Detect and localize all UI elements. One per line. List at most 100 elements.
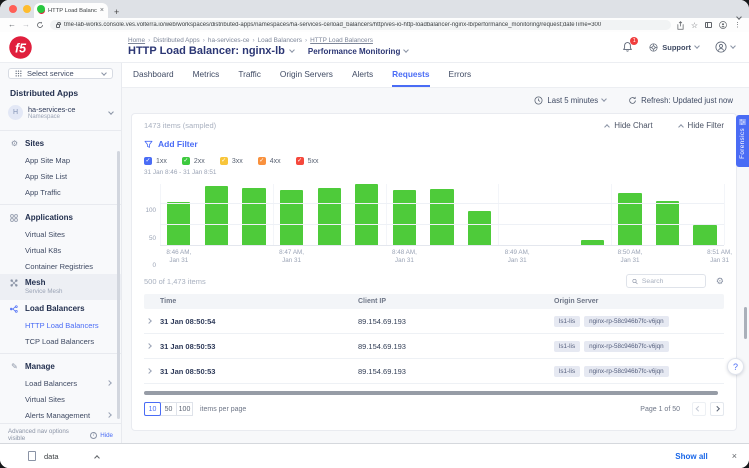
filter-chip-1xx[interactable]: ✓1xx [144, 157, 167, 165]
chart-bar[interactable] [618, 193, 641, 245]
breadcrumb-namespace[interactable]: ha-services-ce [208, 37, 250, 44]
tab-metrics[interactable]: Metrics [193, 63, 220, 87]
forensics-tab[interactable]: Forensics [736, 115, 749, 167]
filter-chip-4xx[interactable]: ✓4xx [258, 157, 281, 165]
sidebar-section-manage[interactable]: ✎ Manage [0, 358, 121, 375]
tab-traffic[interactable]: Traffic [238, 63, 261, 87]
chart-bar[interactable] [318, 188, 341, 245]
column-time[interactable]: Time [160, 298, 358, 305]
checkbox-3xx[interactable]: ✓ [220, 157, 228, 165]
chart-bar[interactable] [693, 225, 716, 245]
checkbox-4xx[interactable]: ✓ [258, 157, 266, 165]
tab-origin-servers[interactable]: Origin Servers [280, 63, 333, 87]
share-icon[interactable] [677, 21, 684, 30]
column-client-ip[interactable]: Client IP [358, 298, 554, 305]
account-menu[interactable] [715, 41, 735, 53]
sidebar-section-sites[interactable]: ⚙ Sites [0, 135, 121, 152]
add-filter-button[interactable]: Add Filter [144, 139, 724, 149]
downloaded-file-name[interactable]: data [44, 452, 59, 461]
namespace-selector[interactable]: H ha-services-ce Namespace [8, 105, 113, 120]
breadcrumb-load-balancers[interactable]: Load Balancers [258, 37, 302, 44]
checkbox-1xx[interactable]: ✓ [144, 157, 152, 165]
bookmark-star-icon[interactable]: ☆ [691, 21, 698, 30]
close-window-button[interactable] [9, 5, 17, 13]
tab-dashboard[interactable]: Dashboard [133, 63, 174, 87]
table-row[interactable]: 31 Jan 08:50:53 89.154.69.193 ls1-lis ng… [144, 359, 724, 384]
chart-bar[interactable] [430, 189, 453, 245]
tab-requests[interactable]: Requests [392, 63, 429, 87]
row-expand-icon[interactable] [144, 319, 160, 323]
checkbox-5xx[interactable]: ✓ [296, 157, 304, 165]
help-button[interactable]: ? [727, 358, 744, 375]
breadcrumb-http-load-balancers[interactable]: HTTP Load Balancers [310, 37, 373, 44]
browser-tab[interactable]: f5 HTTP Load Balancer: nginx lb × [34, 3, 108, 18]
sidebar-item-app-traffic[interactable]: App Traffic [0, 184, 121, 200]
hide-nav-link[interactable]: Hide [100, 432, 113, 439]
search-input[interactable] [642, 278, 700, 285]
page-title-dropdown[interactable]: HTTP Load Balancer: nginx-lb [128, 45, 294, 57]
sidebar-item-tcp-load-balancers[interactable]: TCP Load Balancers [0, 333, 121, 349]
side-panel-icon[interactable] [705, 22, 712, 28]
filter-chip-3xx[interactable]: ✓3xx [220, 157, 243, 165]
reload-icon[interactable] [36, 21, 44, 29]
next-page-button[interactable] [710, 402, 724, 416]
sidebar-item-manage-virtual-sites[interactable]: Virtual Sites [0, 391, 121, 407]
download-options-icon[interactable] [95, 447, 99, 465]
refresh-button[interactable]: Refresh: Updated just now [628, 96, 733, 105]
profile-avatar-icon[interactable] [719, 21, 727, 29]
horizontal-scrollbar[interactable] [144, 391, 724, 395]
tab-alerts[interactable]: Alerts [352, 63, 373, 87]
section-dropdown[interactable]: Performance Monitoring [308, 47, 408, 56]
table-row[interactable]: 31 Jan 08:50:53 89.154.69.193 ls1-lis ng… [144, 334, 724, 359]
time-range-dropdown[interactable]: Last 5 minutes [534, 96, 606, 105]
chart-bar[interactable] [355, 184, 378, 245]
column-origin-server[interactable]: Origin Server [554, 298, 724, 305]
select-service-dropdown[interactable]: Select service [8, 68, 113, 79]
tab-overview-icon[interactable] [737, 6, 741, 24]
chart-bar[interactable] [468, 211, 491, 245]
sidebar-item-virtual-sites[interactable]: Virtual Sites [0, 226, 121, 242]
sidebar-item-alerts-management[interactable]: Alerts Management [0, 407, 121, 423]
sidebar-item-container-registries[interactable]: Container Registries [0, 258, 121, 274]
sidebar-item-http-load-balancers[interactable]: HTTP Load Balancers [0, 317, 121, 333]
new-tab-button[interactable]: + [114, 7, 119, 17]
show-all-downloads-link[interactable]: Show all [675, 452, 707, 461]
sidebar-item-virtual-k8s[interactable]: Virtual K8s [0, 242, 121, 258]
tab-close-icon[interactable]: × [100, 7, 104, 14]
support-menu[interactable]: Support [649, 43, 699, 52]
chart-bar[interactable] [205, 186, 228, 245]
sidebar-item-app-site-list[interactable]: App Site List [0, 168, 121, 184]
chart-bar[interactable] [242, 188, 265, 245]
hide-filter-toggle[interactable]: Hide Filter [679, 121, 724, 130]
sidebar-scrollbar[interactable] [117, 151, 120, 419]
row-expand-icon[interactable] [144, 369, 160, 373]
search-box[interactable] [626, 274, 706, 288]
breadcrumb-home[interactable]: Home [128, 37, 145, 44]
forward-icon[interactable]: → [22, 21, 30, 29]
page-size-100[interactable]: 100 [176, 402, 193, 416]
download-bar-close-icon[interactable]: × [732, 451, 737, 461]
sidebar-section-applications[interactable]: Applications [0, 209, 121, 226]
chart-bar[interactable] [393, 190, 416, 245]
table-row[interactable]: 31 Jan 08:50:54 89.154.69.193 ls1-lis ng… [144, 309, 724, 334]
filter-chip-2xx[interactable]: ✓2xx [182, 157, 205, 165]
vertical-scrollbar[interactable] [744, 307, 747, 339]
hide-chart-toggle[interactable]: Hide Chart [605, 121, 652, 130]
tab-errors[interactable]: Errors [449, 63, 472, 87]
back-icon[interactable]: ← [8, 21, 16, 29]
filter-chip-5xx[interactable]: ✓5xx [296, 157, 319, 165]
url-field[interactable]: tme-lab-works.console.ves.volterra.io/we… [50, 20, 671, 30]
table-settings-gear-icon[interactable]: ⚙ [716, 277, 724, 286]
page-size-10[interactable]: 10 [144, 402, 161, 416]
chart-bar[interactable] [581, 240, 604, 245]
minimize-window-button[interactable] [23, 5, 31, 13]
sidebar-item-app-site-map[interactable]: App Site Map [0, 152, 121, 168]
chart-bar[interactable] [280, 190, 303, 245]
notifications-button[interactable]: 1 [622, 41, 633, 53]
page-size-50[interactable]: 50 [160, 402, 177, 416]
row-expand-icon[interactable] [144, 344, 160, 348]
sidebar-item-manage-load-balancers[interactable]: Load Balancers [0, 375, 121, 391]
maximize-window-button[interactable] [37, 5, 45, 13]
sidebar-section-load-balancers[interactable]: Load Balancers [0, 300, 121, 317]
checkbox-2xx[interactable]: ✓ [182, 157, 190, 165]
